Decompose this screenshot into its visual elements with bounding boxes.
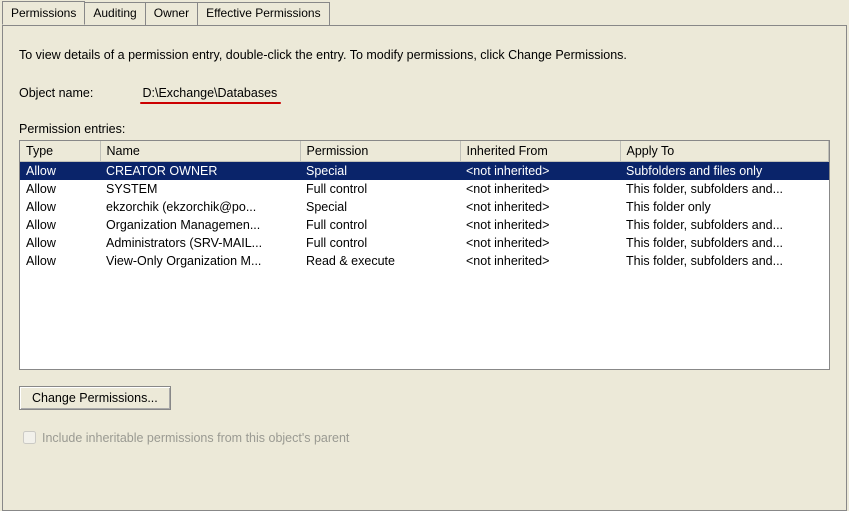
tab-auditing[interactable]: Auditing [84,2,145,25]
cell-permission: Full control [300,216,460,234]
include-inheritable-checkbox [23,431,36,444]
cell-type: Allow [20,234,100,252]
include-inheritable-label: Include inheritable permissions from thi… [42,431,349,445]
cell-inherited: <not inherited> [460,162,620,181]
col-inherited-from[interactable]: Inherited From [460,141,620,162]
object-name-value: D:\Exchange\Databases [142,86,277,100]
cell-apply: This folder, subfolders and... [620,180,829,198]
cell-name: ekzorchik (ekzorchik@po... [100,198,300,216]
cell-name: Administrators (SRV-MAIL... [100,234,300,252]
include-inheritable-row: Include inheritable permissions from thi… [19,428,830,447]
cell-type: Allow [20,162,100,181]
object-name-label: Object name: [19,86,139,100]
tab-owner[interactable]: Owner [145,2,198,25]
cell-type: Allow [20,252,100,270]
cell-inherited: <not inherited> [460,216,620,234]
cell-type: Allow [20,198,100,216]
cell-name: Organization Managemen... [100,216,300,234]
permission-entries-grid[interactable]: Type Name Permission Inherited From Appl… [19,140,830,370]
cell-inherited: <not inherited> [460,252,620,270]
table-row[interactable]: AllowAdministrators (SRV-MAIL...Full con… [20,234,829,252]
change-permissions-button[interactable]: Change Permissions... [19,386,171,410]
cell-name: SYSTEM [100,180,300,198]
tab-effective-permissions[interactable]: Effective Permissions [197,2,330,25]
table-row[interactable]: AllowView-Only Organization M...Read & e… [20,252,829,270]
cell-apply: Subfolders and files only [620,162,829,181]
cell-permission: Full control [300,234,460,252]
cell-name: View-Only Organization M... [100,252,300,270]
cell-permission: Special [300,198,460,216]
cell-permission: Read & execute [300,252,460,270]
table-row[interactable]: AllowOrganization Managemen...Full contr… [20,216,829,234]
col-type[interactable]: Type [20,141,100,162]
cell-permission: Full control [300,180,460,198]
cell-apply: This folder, subfolders and... [620,252,829,270]
cell-name: CREATOR OWNER [100,162,300,181]
col-permission[interactable]: Permission [300,141,460,162]
instructions-text: To view details of a permission entry, d… [19,48,830,62]
tab-panel-permissions: To view details of a permission entry, d… [2,25,847,511]
tab-bar: Permissions Auditing Owner Effective Per… [0,0,849,25]
cell-permission: Special [300,162,460,181]
object-name-row: Object name: D:\Exchange\Databases [19,86,830,100]
col-apply-to[interactable]: Apply To [620,141,829,162]
column-header-row[interactable]: Type Name Permission Inherited From Appl… [20,141,829,162]
cell-apply: This folder only [620,198,829,216]
table-row[interactable]: Allowekzorchik (ekzorchik@po...Special<n… [20,198,829,216]
cell-inherited: <not inherited> [460,180,620,198]
cell-type: Allow [20,180,100,198]
cell-type: Allow [20,216,100,234]
table-row[interactable]: AllowSYSTEMFull control<not inherited>Th… [20,180,829,198]
cell-apply: This folder, subfolders and... [620,234,829,252]
cell-inherited: <not inherited> [460,234,620,252]
col-name[interactable]: Name [100,141,300,162]
cell-inherited: <not inherited> [460,198,620,216]
entries-label: Permission entries: [19,122,830,136]
table-row[interactable]: AllowCREATOR OWNERSpecial<not inherited>… [20,162,829,181]
tab-permissions[interactable]: Permissions [2,1,85,25]
cell-apply: This folder, subfolders and... [620,216,829,234]
